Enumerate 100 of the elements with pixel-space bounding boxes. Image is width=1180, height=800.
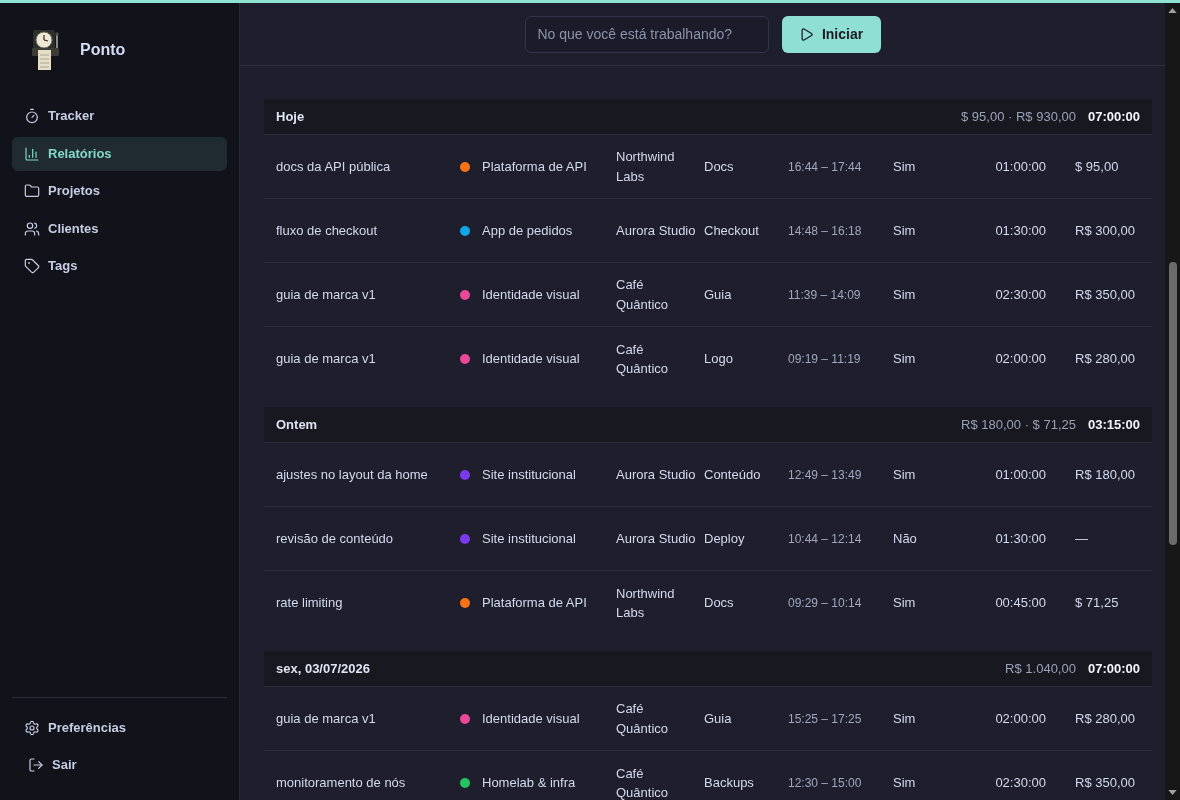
entry-duration: 01:00:00 (995, 158, 1046, 174)
entry-billable: Sim (893, 466, 916, 482)
entry-amount: R$ 300,00 (1075, 222, 1135, 238)
entry-time-range: 09:19 – 11:19 (788, 352, 861, 366)
entry-tag: Deploy (704, 530, 745, 546)
day-amounts: $ 95,00 · R$ 930,00 (961, 107, 1076, 126)
entry-time-range: 12:30 – 15:00 (788, 776, 862, 790)
entry-description: guia de marca v1 (276, 286, 376, 302)
entry-time-range: 16:44 – 17:44 (788, 159, 862, 174)
entry-time-range: 14:48 – 16:18 (788, 223, 862, 238)
entry-duration: 02:00:00 (995, 710, 1046, 726)
entry-amount: $ 95,00 (1075, 158, 1119, 174)
entry-billable: Sim (893, 710, 916, 726)
entry-amount: R$ 350,00 (1075, 286, 1135, 302)
entry-tag: Conteúdo (704, 466, 761, 482)
entry-description: guia de marca v1 (276, 351, 376, 367)
sidebar-item[interactable]: Preferências (12, 711, 227, 745)
entry-project: Plataforma de API (482, 157, 587, 176)
tag-icon (24, 258, 40, 274)
entry-duration: 02:00:00 (995, 351, 1046, 367)
entry-description: monitoramento de nós (276, 775, 406, 791)
entry-duration: 02:30:00 (995, 286, 1046, 302)
entry-project: Plataforma de API (482, 594, 587, 613)
entry-billable: Não (893, 530, 917, 546)
entry-amount: $ 71,25 (1075, 595, 1119, 611)
sidebar-item[interactable]: Projetos (12, 174, 227, 208)
entry-client: Northwind Labs (616, 585, 675, 620)
entry-description: rate limiting (276, 595, 343, 611)
entry-client: Café Quântico (616, 277, 669, 312)
entry-amount: R$ 180,00 (1075, 466, 1135, 482)
entry-time-range: 09:29 – 10:14 (788, 596, 862, 610)
entry-project: Identidade visual (482, 285, 580, 304)
entry-time-range: 12:49 – 13:49 (788, 467, 862, 482)
entry-amount: — (1075, 530, 1088, 546)
app-name: Ponto (80, 40, 126, 60)
bar-chart-icon (24, 145, 40, 162)
entry-duration: 01:00:00 (995, 466, 1046, 482)
entry-billable: Sim (893, 595, 916, 611)
day-amounts: R$ 180,00 · $ 71,25 (961, 415, 1076, 434)
entry-amount: R$ 280,00 (1075, 710, 1135, 726)
day-title: sex, 03/07/2026 (276, 659, 370, 678)
settings-icon (24, 720, 40, 736)
scroll-down-arrow-icon[interactable] (1168, 790, 1177, 795)
entry-tag: Guia (704, 286, 732, 302)
entry-billable: Sim (893, 222, 916, 238)
entry-client: Aurora Studio (616, 530, 696, 546)
entry-description: revisão de conteúdo (276, 530, 394, 546)
task-input-field[interactable]: No que você está trabalhando? (524, 15, 769, 53)
entry-project: Site institucional (482, 529, 576, 548)
day-total: 07:00:00 (1087, 659, 1140, 678)
entry-duration: 02:30:00 (995, 775, 1046, 791)
sidebar-item[interactable]: Tracker (12, 99, 227, 133)
entry-client: Café Quântico (616, 341, 669, 376)
entry-amount: R$ 280,00 (1075, 351, 1135, 367)
entry-time-range: 15:25 – 17:25 (788, 711, 862, 726)
entry-description: ajustes no layout da home (276, 466, 428, 482)
entry-tag: Checkout (704, 222, 759, 238)
entry-duration: 00:45:00 (995, 595, 1046, 611)
entry-billable: Sim (893, 351, 916, 367)
entry-description: docs da API pública (276, 158, 391, 174)
users-icon (24, 220, 40, 237)
entry-time-range: 11:39 – 14:09 (788, 287, 861, 302)
start-button[interactable]: Iniciar (781, 15, 881, 53)
day-amounts: R$ 1.040,00 (1005, 659, 1076, 678)
sidebar-item[interactable]: Clientes (12, 211, 227, 246)
entry-tag: Logo (704, 351, 733, 367)
entry-description: fluxo de checkout (276, 222, 378, 238)
day-total: 03:15:00 (1087, 415, 1140, 434)
logout-icon (28, 757, 44, 773)
sidebar-item[interactable]: Tags (12, 249, 227, 283)
entry-tag: Guia (704, 710, 732, 726)
entry-duration: 01:30:00 (995, 222, 1046, 238)
entry-tag: Docs (704, 595, 734, 611)
stopwatch-icon (24, 108, 40, 124)
entry-client: Aurora Studio (616, 466, 696, 482)
entry-duration: 01:30:00 (995, 530, 1046, 546)
entry-project: App de pedidos (482, 221, 573, 240)
entry-client: Café Quântico (616, 701, 669, 736)
entry-time-range: 10:44 – 12:14 (788, 531, 862, 546)
day-title: Ontem (276, 415, 318, 434)
scroll-up-arrow-icon[interactable] (1168, 8, 1177, 13)
entry-client: Northwind Labs (616, 149, 675, 184)
sidebar-item[interactable]: Sair (12, 748, 227, 782)
entry-client: Café Quântico (616, 765, 669, 800)
entry-tag: Backups (704, 775, 754, 791)
entry-billable: Sim (893, 158, 916, 174)
entry-project: Identidade visual (482, 350, 580, 369)
entry-project: Site institucional (482, 465, 576, 484)
entry-project: Homelab & infra (482, 774, 576, 793)
entry-tag: Docs (704, 158, 734, 174)
entry-billable: Sim (893, 775, 916, 791)
entry-project: Identidade visual (482, 709, 580, 728)
day-title: Hoje (276, 107, 305, 126)
sidebar-item[interactable]: Relatórios (12, 136, 227, 171)
scrollbar-thumb[interactable] (1168, 262, 1177, 545)
day-total: 07:00:00 (1087, 107, 1140, 126)
entry-description: guia de marca v1 (276, 710, 376, 726)
entry-billable: Sim (893, 286, 916, 302)
folder-icon (24, 183, 40, 199)
play-icon (798, 26, 814, 42)
